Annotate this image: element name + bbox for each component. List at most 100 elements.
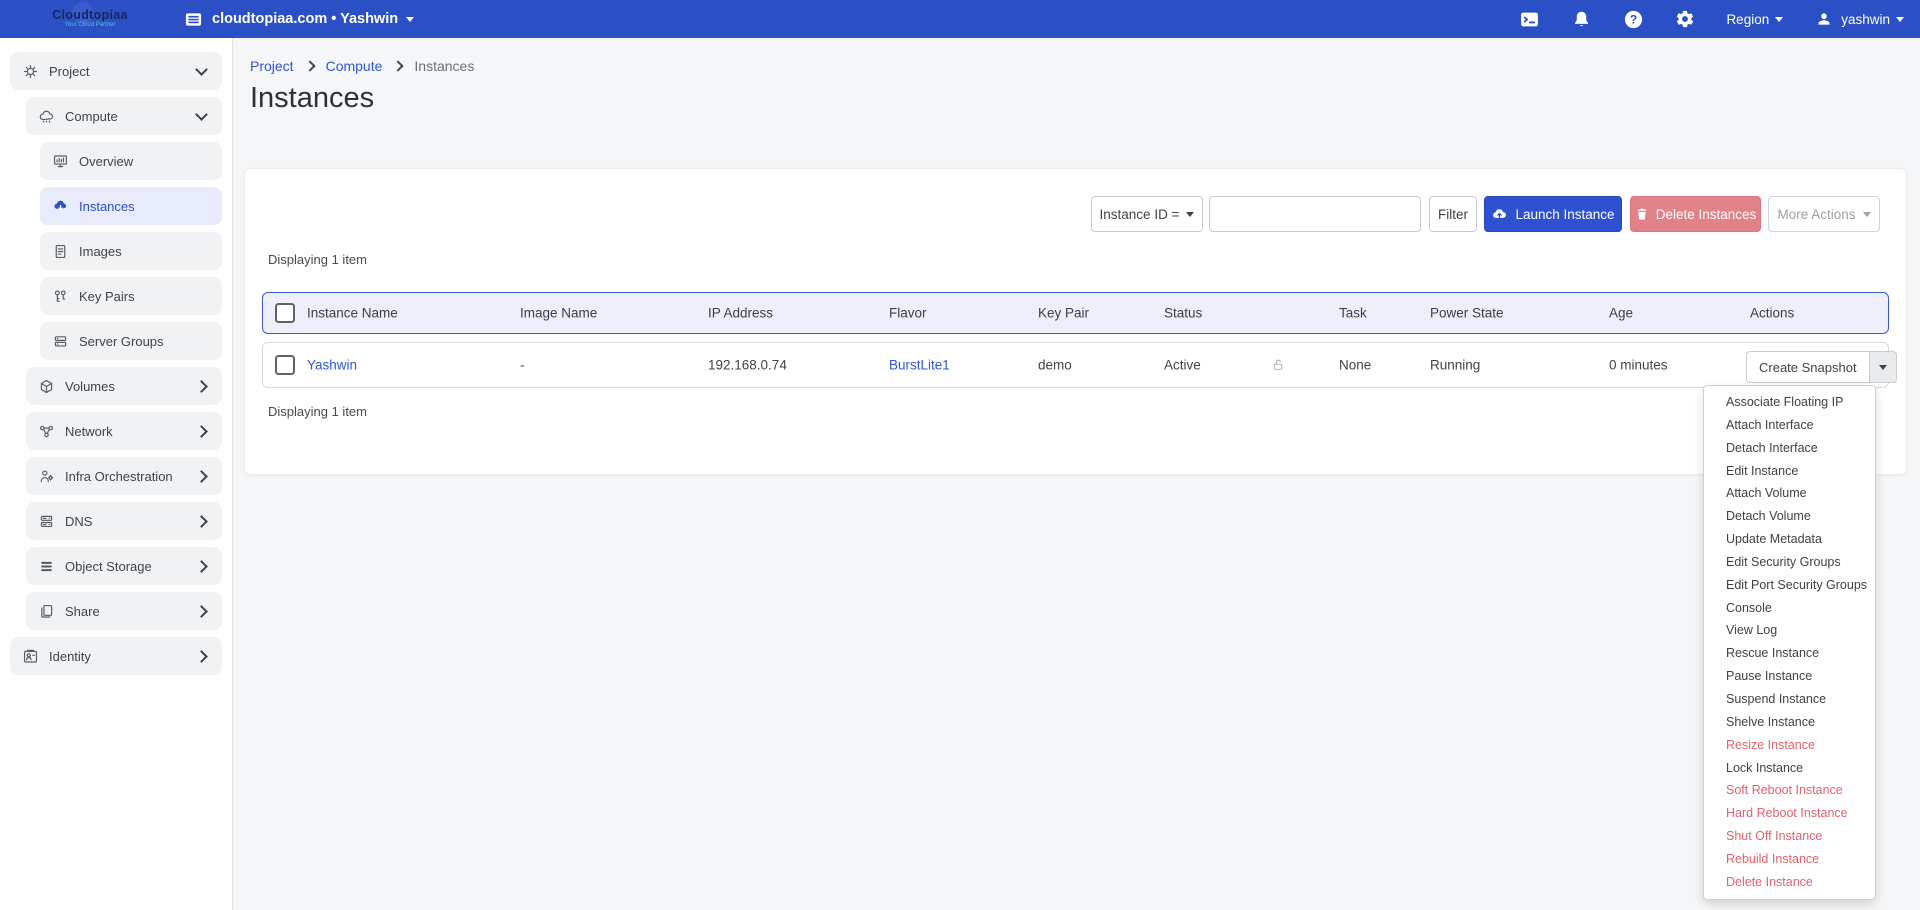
menu-item-delete-instance[interactable]: Delete Instance bbox=[1704, 871, 1875, 894]
sidebar-item-object-storage[interactable]: Object Storage bbox=[26, 547, 222, 585]
menu-item-pause-instance[interactable]: Pause Instance bbox=[1704, 665, 1875, 688]
select-all-checkbox[interactable] bbox=[275, 303, 295, 323]
chevron-down-icon bbox=[195, 63, 208, 76]
filter-field-selector[interactable]: Instance ID = bbox=[1091, 196, 1203, 232]
menu-item-suspend-instance[interactable]: Suspend Instance bbox=[1704, 688, 1875, 711]
bars-icon bbox=[38, 558, 55, 575]
id-card-icon bbox=[22, 648, 39, 665]
menu-item-view-log[interactable]: View Log bbox=[1704, 619, 1875, 642]
cell-task: None bbox=[1339, 358, 1371, 373]
sidebar-item-share[interactable]: Share bbox=[26, 592, 222, 630]
sidebar-item-server-groups[interactable]: Server Groups bbox=[40, 322, 222, 360]
sidebar-item-label: Share bbox=[65, 604, 187, 619]
domain-project-switcher[interactable]: cloudtopiaa.com • Yashwin bbox=[182, 0, 414, 38]
breadcrumb-project[interactable]: Project bbox=[250, 58, 294, 74]
brand-logo[interactable]: Cloudtopiaa Your Cloud Partner bbox=[20, 0, 160, 38]
menu-item-detach-volume[interactable]: Detach Volume bbox=[1704, 505, 1875, 528]
chevron-down-icon bbox=[1775, 17, 1783, 22]
menu-item-edit-instance[interactable]: Edit Instance bbox=[1704, 460, 1875, 483]
cell-flavor[interactable]: BurstLite1 bbox=[889, 358, 950, 373]
logo-tagline: Your Cloud Partner bbox=[65, 22, 116, 29]
region-selector[interactable]: Region bbox=[1726, 12, 1783, 27]
sidebar-item-label: Key Pairs bbox=[79, 289, 222, 304]
trash-icon bbox=[1635, 207, 1649, 221]
menu-item-lock-instance[interactable]: Lock Instance bbox=[1704, 757, 1875, 780]
menu-item-resize-instance[interactable]: Resize Instance bbox=[1704, 734, 1875, 757]
sidebar-item-overview[interactable]: Overview bbox=[40, 142, 222, 180]
unlock-icon bbox=[1271, 358, 1286, 373]
settings-gear-icon[interactable] bbox=[1674, 8, 1696, 30]
sidebar-item-instances[interactable]: Instances bbox=[40, 187, 222, 225]
table-header-row: Instance Name Image Name IP Address Flav… bbox=[262, 292, 1889, 334]
item-count-bottom: Displaying 1 item bbox=[268, 404, 367, 419]
menu-item-console[interactable]: Console bbox=[1704, 597, 1875, 620]
network-icon bbox=[38, 423, 55, 440]
more-actions-button[interactable]: More Actions bbox=[1768, 196, 1880, 232]
pages-icon bbox=[38, 603, 55, 620]
chevron-right-icon bbox=[195, 650, 208, 663]
row-actions-split-button: Create Snapshot bbox=[1746, 351, 1897, 383]
menu-item-detach-interface[interactable]: Detach Interface bbox=[1704, 437, 1875, 460]
user-icon bbox=[1813, 8, 1835, 30]
breadcrumb-compute[interactable]: Compute bbox=[326, 58, 383, 74]
sidebar: Project Compute Overview Instances Image… bbox=[0, 38, 233, 910]
document-icon bbox=[52, 243, 69, 260]
menu-item-edit-port-security-groups[interactable]: Edit Port Security Groups bbox=[1704, 574, 1875, 597]
sidebar-item-network[interactable]: Network bbox=[26, 412, 222, 450]
menu-item-rescue-instance[interactable]: Rescue Instance bbox=[1704, 642, 1875, 665]
filter-search-input[interactable] bbox=[1209, 196, 1421, 232]
sidebar-item-label: Compute bbox=[65, 109, 187, 124]
sidebar-item-label: Identity bbox=[49, 649, 187, 664]
cell-instance-name[interactable]: Yashwin bbox=[307, 358, 357, 373]
menu-item-rebuild-instance[interactable]: Rebuild Instance bbox=[1704, 848, 1875, 871]
username-label: yashwin bbox=[1841, 12, 1890, 27]
filter-button[interactable]: Filter bbox=[1429, 196, 1477, 232]
col-age: Age bbox=[1609, 306, 1633, 321]
sidebar-item-images[interactable]: Images bbox=[40, 232, 222, 270]
chevron-right-icon bbox=[195, 605, 208, 618]
menu-item-soft-reboot-instance[interactable]: Soft Reboot Instance bbox=[1704, 779, 1875, 802]
cube-icon bbox=[38, 378, 55, 395]
menu-item-associate-floating-ip[interactable]: Associate Floating IP bbox=[1704, 391, 1875, 414]
menu-item-shut-off-instance[interactable]: Shut Off Instance bbox=[1704, 825, 1875, 848]
cell-key-pair: demo bbox=[1038, 358, 1072, 373]
more-actions-label: More Actions bbox=[1777, 207, 1855, 222]
menu-item-hard-reboot-instance[interactable]: Hard Reboot Instance bbox=[1704, 802, 1875, 825]
filter-button-label: Filter bbox=[1438, 207, 1468, 222]
sidebar-item-identity[interactable]: Identity bbox=[10, 637, 222, 675]
col-flavor: Flavor bbox=[889, 306, 927, 321]
sidebar-item-compute[interactable]: Compute bbox=[26, 97, 222, 135]
chevron-right-icon bbox=[195, 470, 208, 483]
sidebar-item-dns[interactable]: DNS bbox=[26, 502, 222, 540]
server-stack-icon bbox=[52, 333, 69, 350]
create-snapshot-button[interactable]: Create Snapshot bbox=[1746, 351, 1870, 383]
menu-item-shelve-instance[interactable]: Shelve Instance bbox=[1704, 711, 1875, 734]
chevron-right-icon bbox=[304, 60, 315, 71]
sidebar-item-project[interactable]: Project bbox=[10, 52, 222, 90]
menu-item-edit-security-groups[interactable]: Edit Security Groups bbox=[1704, 551, 1875, 574]
help-icon[interactable]: ? bbox=[1622, 8, 1644, 30]
menu-item-attach-interface[interactable]: Attach Interface bbox=[1704, 414, 1875, 437]
sidebar-item-key-pairs[interactable]: Key Pairs bbox=[40, 277, 222, 315]
launch-instance-label: Launch Instance bbox=[1515, 207, 1614, 222]
row-checkbox[interactable] bbox=[275, 355, 295, 375]
breadcrumb-current: Instances bbox=[414, 58, 474, 74]
table-row: Yashwin - 192.168.0.74 BurstLite1 demo A… bbox=[262, 342, 1889, 388]
delete-instances-button[interactable]: Delete Instances bbox=[1630, 196, 1761, 232]
sidebar-item-infra-orchestration[interactable]: Infra Orchestration bbox=[26, 457, 222, 495]
row-actions-dropdown-toggle[interactable] bbox=[1870, 351, 1897, 383]
app-root: Cloudtopiaa Your Cloud Partner cloudtopi… bbox=[0, 0, 1920, 910]
chevron-right-icon bbox=[195, 515, 208, 528]
sidebar-item-label: DNS bbox=[65, 514, 187, 529]
sidebar-item-label: Images bbox=[79, 244, 222, 259]
chevron-down-icon bbox=[195, 108, 208, 121]
sidebar-item-volumes[interactable]: Volumes bbox=[26, 367, 222, 405]
keys-icon bbox=[52, 288, 69, 305]
notifications-bell-icon[interactable] bbox=[1570, 8, 1592, 30]
gear-icon bbox=[22, 63, 39, 80]
menu-item-attach-volume[interactable]: Attach Volume bbox=[1704, 482, 1875, 505]
terminal-icon[interactable] bbox=[1518, 8, 1540, 30]
launch-instance-button[interactable]: Launch Instance bbox=[1484, 196, 1622, 232]
menu-item-update-metadata[interactable]: Update Metadata bbox=[1704, 528, 1875, 551]
user-menu[interactable]: yashwin bbox=[1813, 8, 1904, 30]
